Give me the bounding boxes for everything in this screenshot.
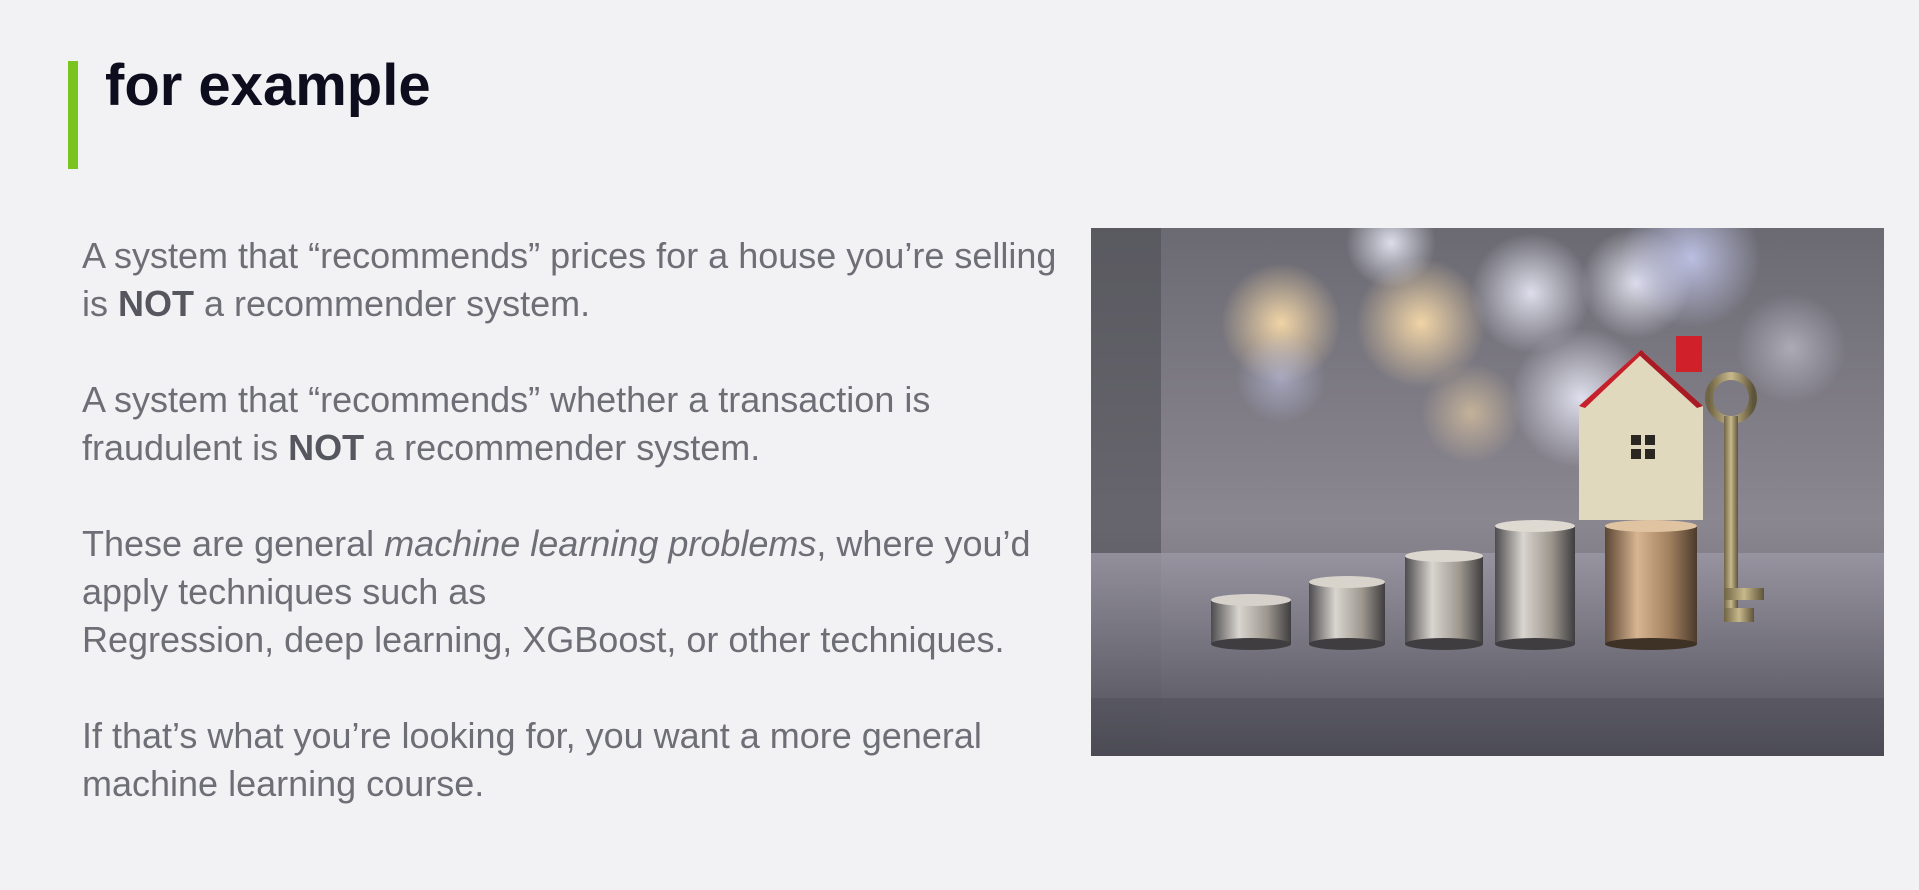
slide-title: for example xyxy=(105,53,431,118)
house-coins-photo xyxy=(1091,228,1884,756)
paragraph: A system that “recommends” prices for a … xyxy=(82,235,1057,324)
paragraph: A system that “recommends” whether a tra… xyxy=(82,379,931,468)
slide: for example A system that “recommends” p… xyxy=(0,0,1919,890)
paragraph: These are general machine learning probl… xyxy=(82,523,1031,660)
paragraph: If that’s what you’re looking for, you w… xyxy=(82,715,982,804)
slide-body: A system that “recommends” prices for a … xyxy=(82,232,1062,808)
title-accent-bar xyxy=(68,61,78,169)
